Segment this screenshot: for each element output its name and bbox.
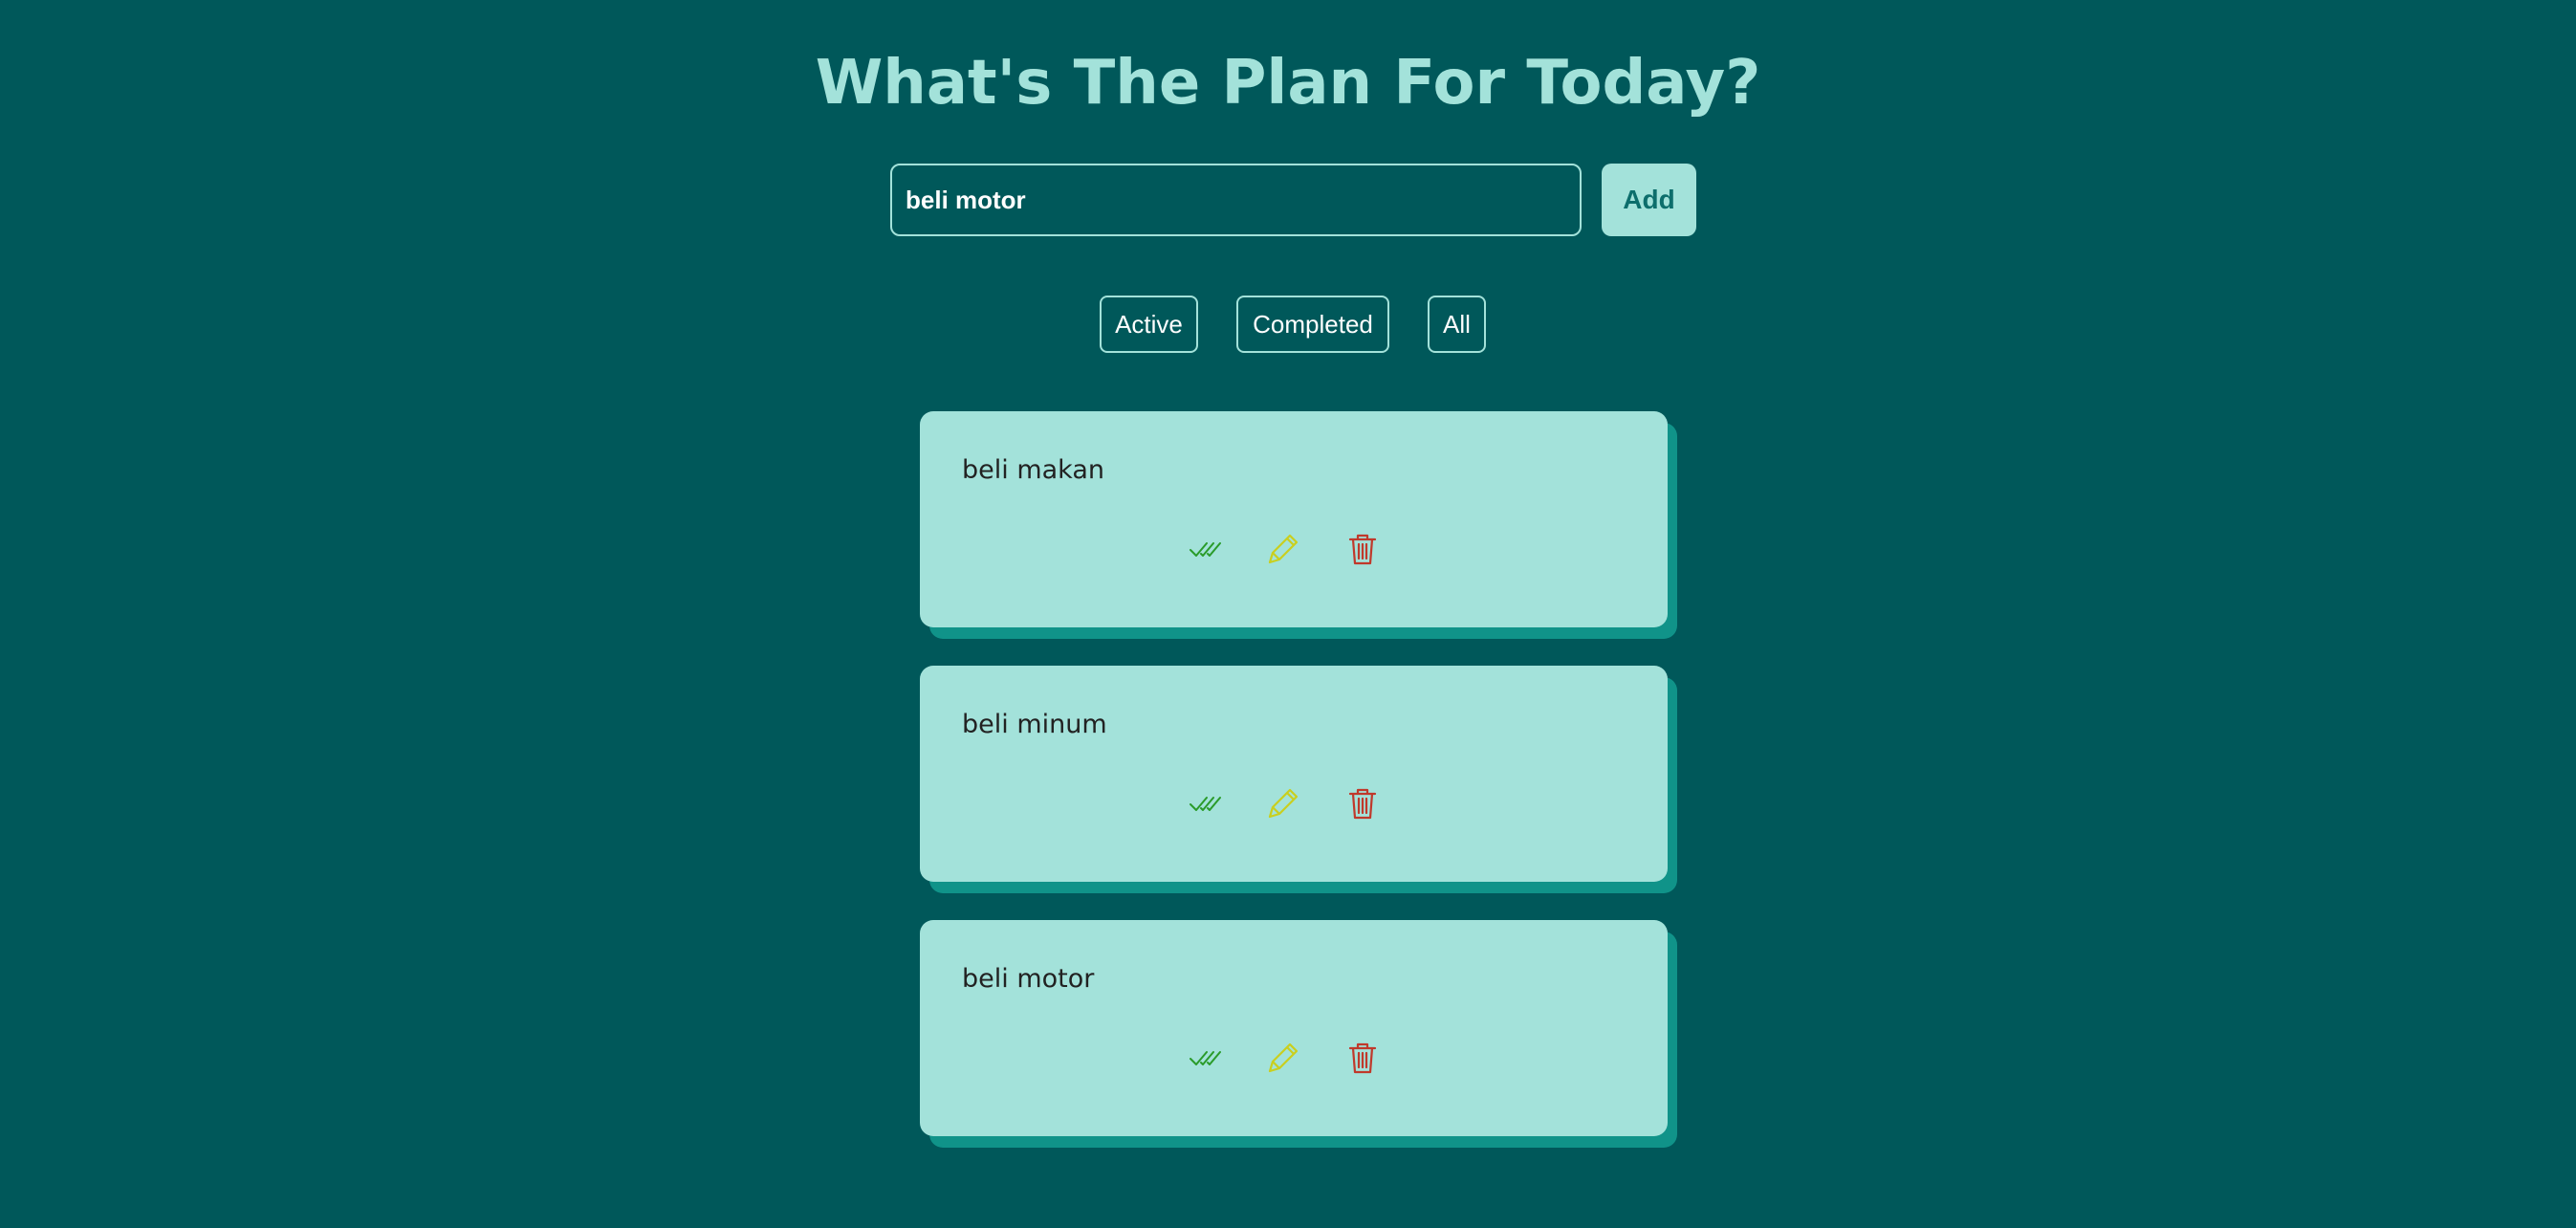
trash-icon[interactable] (1343, 784, 1382, 822)
filter-completed-button[interactable]: Completed (1236, 296, 1389, 353)
filter-all-button[interactable]: All (1428, 296, 1486, 353)
todo-text: beli minum (962, 710, 1107, 739)
todo-item: beli minum (920, 666, 1668, 882)
filter-active-button[interactable]: Active (1100, 296, 1198, 353)
page-title: What's The Plan For Today? (815, 48, 1761, 119)
double-check-icon[interactable] (1188, 530, 1226, 568)
todo-item: beli motor (920, 920, 1668, 1136)
todo-input[interactable] (890, 164, 1582, 236)
add-button[interactable]: Add (1602, 164, 1696, 236)
todo-text: beli motor (962, 964, 1095, 994)
pencil-icon[interactable] (1264, 530, 1302, 568)
todo-text: beli makan (962, 455, 1105, 485)
trash-icon[interactable] (1343, 530, 1382, 568)
pencil-icon[interactable] (1264, 1039, 1302, 1077)
pencil-icon[interactable] (1264, 784, 1302, 822)
double-check-icon[interactable] (1188, 1039, 1226, 1077)
double-check-icon[interactable] (1188, 784, 1226, 822)
trash-icon[interactable] (1343, 1039, 1382, 1077)
todo-item: beli makan (920, 411, 1668, 627)
